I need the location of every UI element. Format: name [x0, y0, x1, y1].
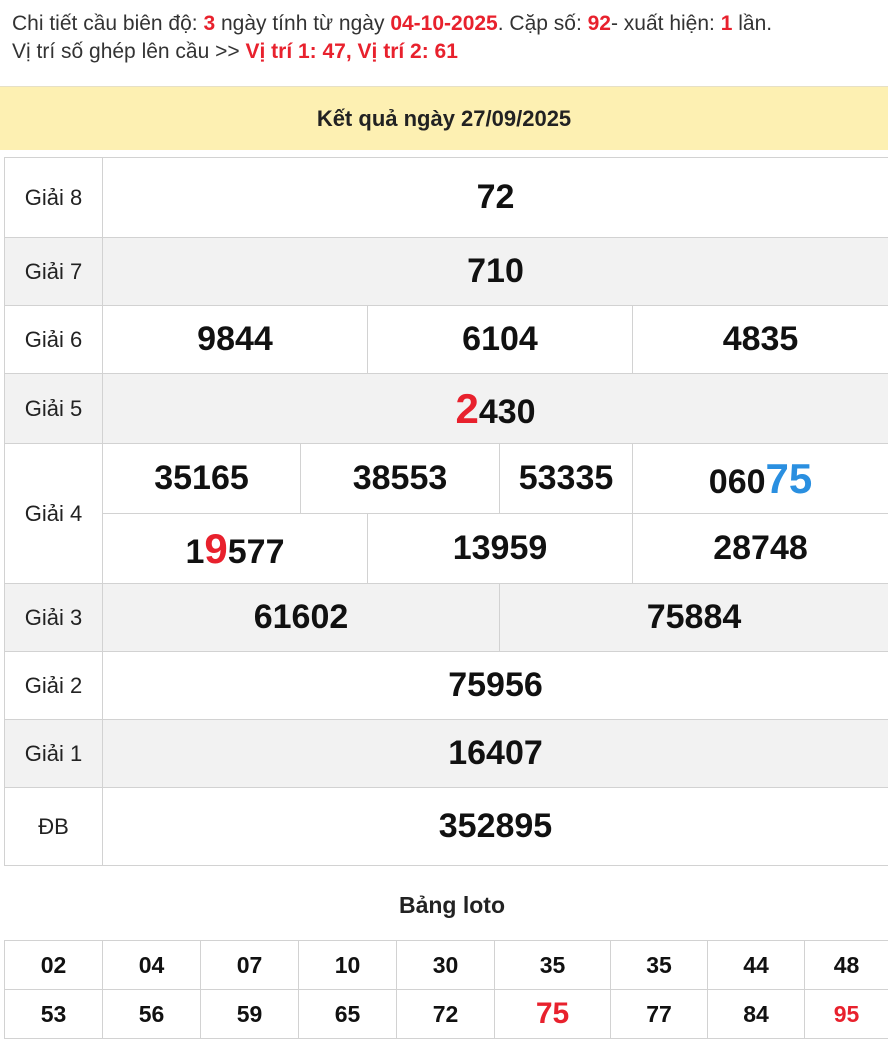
prize-value: 9844: [102, 305, 368, 374]
loto-number: 65: [298, 989, 397, 1039]
prize-row-g4-b: 19577 13959 28748: [5, 513, 888, 584]
prize-label: Giải 7: [4, 237, 103, 306]
loto-number: 04: [102, 940, 201, 990]
pair-value: 92: [587, 12, 611, 35]
prize-value: 28748: [631, 513, 888, 584]
loto-number: 84: [707, 989, 805, 1039]
prize-digits: 060: [708, 462, 766, 501]
prize-row-g1: Giải 1 16407: [4, 719, 888, 788]
prize-label: Giải 4: [4, 443, 103, 584]
prize-value: 06075: [631, 443, 888, 514]
loto-number-highlight: 95: [804, 989, 888, 1039]
loto-number: 44: [707, 940, 805, 990]
prize-label: Giải 6: [4, 305, 103, 374]
loto-number: 59: [200, 989, 299, 1039]
highlight-digit: 9: [204, 524, 228, 572]
summary-text: . Cặp số:: [497, 12, 588, 35]
summary-text: lần.: [732, 12, 773, 35]
prize-row-g5: Giải 5 2430: [4, 373, 888, 444]
prize-value: 6104: [367, 305, 633, 374]
special-prize-value: 352895: [101, 787, 888, 866]
prize-value: 2430: [101, 373, 888, 444]
highlight-digits: 75: [765, 454, 813, 502]
prize-label: Giải 3: [4, 583, 103, 652]
loto-row-1: 02 04 07 10 30 35 35 44 48: [4, 940, 888, 990]
prize-label: Giải 5: [4, 373, 103, 444]
summary-text: - xuất hiện:: [610, 12, 721, 35]
loto-number-highlight: 75: [494, 989, 611, 1039]
prize-value: 35165: [102, 443, 301, 514]
summary-line-2: Vị trí số ghép lên cầu >> Vị trí 1: 47, …: [12, 38, 888, 66]
summary-text: ngày tính từ ngày: [215, 12, 391, 35]
loto-table: 02 04 07 10 30 35 35 44 48 53 56 59 65 7…: [4, 940, 888, 1039]
prize-label: Giải 8: [4, 157, 103, 238]
prize-digits: 1: [185, 532, 205, 571]
prize-value: 53335: [499, 443, 633, 514]
prize-value: 4835: [631, 305, 888, 374]
range-value: 3: [203, 12, 216, 35]
prize-row-g2: Giải 2 75956: [4, 651, 888, 720]
loto-number: 35: [610, 940, 708, 990]
loto-number: 48: [804, 940, 888, 990]
prize-value: 38553: [300, 443, 500, 514]
prize-row-g6: Giải 6 9844 6104 4835: [4, 305, 888, 374]
prize-value: 19577: [102, 513, 368, 584]
result-date-header: Kết quả ngày 27/09/2025: [0, 86, 888, 150]
loto-number: 10: [298, 940, 397, 990]
loto-number: 30: [396, 940, 495, 990]
prize-digits: 430: [478, 392, 536, 431]
prize-value: 16407: [101, 719, 888, 788]
highlight-digit: 2: [455, 384, 479, 432]
loto-number: 77: [610, 989, 708, 1039]
loto-number: 02: [4, 940, 103, 990]
loto-number: 35: [494, 940, 611, 990]
prize-row-db: ĐB 352895: [4, 787, 888, 866]
results-table: Giải 8 72 Giải 7 710 Giải 6 9844 6104 48…: [4, 157, 888, 866]
prize-row-g7: Giải 7 710: [4, 237, 888, 306]
times-value: 1: [720, 12, 733, 35]
prize-value: 75884: [498, 583, 888, 652]
summary-line-1: Chi tiết cầu biên độ: 3 ngày tính từ ngà…: [12, 10, 888, 38]
cau-summary: Chi tiết cầu biên độ: 3 ngày tính từ ngà…: [12, 10, 888, 66]
positions-value: Vị trí 1: 47, Vị trí 2: 61: [245, 40, 458, 63]
loto-number: 56: [102, 989, 201, 1039]
prize-value: 710: [101, 237, 888, 306]
loto-number: 72: [396, 989, 495, 1039]
summary-text: Chi tiết cầu biên độ:: [12, 12, 204, 35]
prize-value: 72: [101, 157, 888, 238]
prize-label: Giải 1: [4, 719, 103, 788]
loto-row-2: 53 56 59 65 72 75 77 84 95: [4, 989, 888, 1039]
loto-table-title: Bảng loto: [398, 892, 506, 918]
prize-digits: 577: [227, 532, 285, 571]
from-date-value: 04-10-2025: [390, 12, 498, 35]
loto-number: 07: [200, 940, 299, 990]
prize-row-g8: Giải 8 72: [4, 157, 888, 238]
prize-row-g3: Giải 3 61602 75884: [4, 583, 888, 652]
prize-value: 75956: [101, 651, 888, 720]
prize-row-g4-a: Giải 4 35165 38553 53335 06075: [4, 443, 888, 584]
prize-value: 61602: [102, 583, 500, 652]
loto-number: 53: [4, 989, 103, 1039]
prize-value: 13959: [367, 513, 633, 584]
prize-label: ĐB: [4, 787, 103, 866]
prize-label: Giải 2: [4, 651, 103, 720]
summary-text: Vị trí số ghép lên cầu >>: [12, 40, 246, 63]
